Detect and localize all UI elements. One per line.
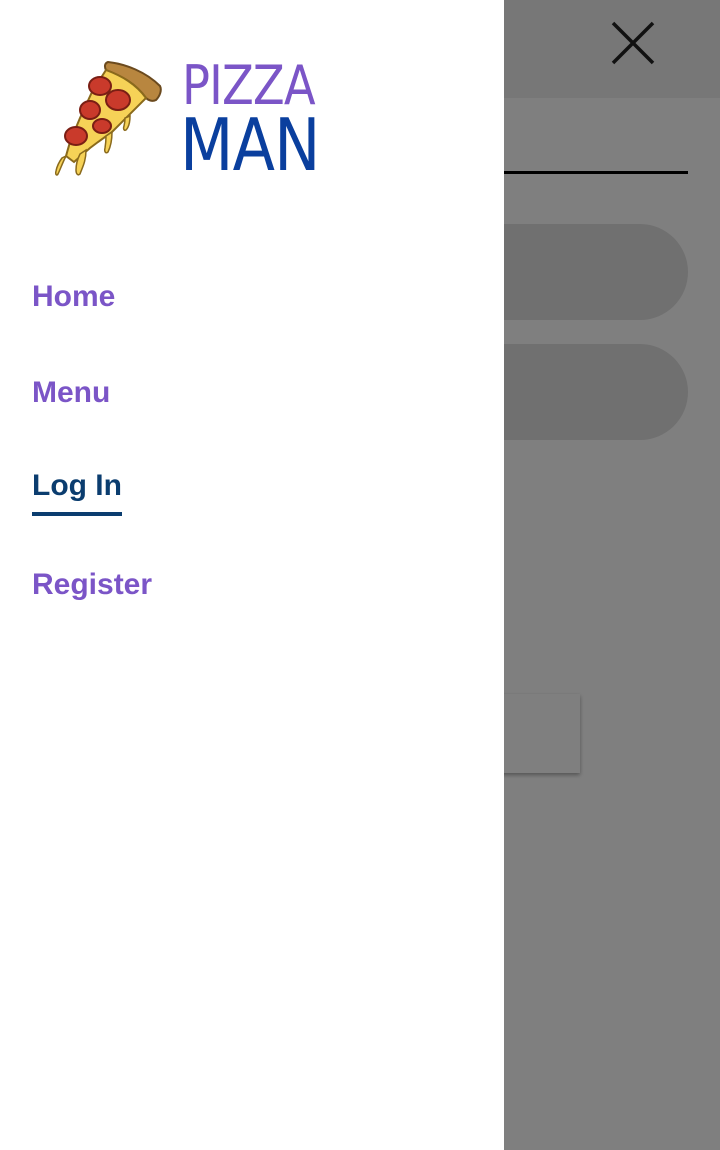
- pizza-man-logo[interactable]: PIZZA MAN: [50, 56, 340, 187]
- pizza-slice-icon: [55, 60, 162, 176]
- drawer-nav-list: Home Menu Log In Register: [32, 268, 152, 652]
- close-icon: [611, 21, 655, 65]
- nav-item-log-in: Log In: [32, 460, 152, 556]
- logo-text-man: MAN: [180, 103, 320, 187]
- nav-item-menu: Menu: [32, 364, 152, 460]
- app-viewport: PIZZA MAN Home Menu Log In Register: [0, 0, 720, 1150]
- nav-link-log-in[interactable]: Log In: [32, 460, 122, 516]
- nav-link-home[interactable]: Home: [32, 268, 115, 326]
- nav-link-register[interactable]: Register: [32, 556, 152, 614]
- nav-link-menu[interactable]: Menu: [32, 364, 110, 422]
- close-button[interactable]: [604, 16, 660, 72]
- nav-item-home: Home: [32, 268, 152, 364]
- side-drawer: PIZZA MAN Home Menu Log In Register: [0, 0, 504, 1150]
- nav-item-register: Register: [32, 556, 152, 652]
